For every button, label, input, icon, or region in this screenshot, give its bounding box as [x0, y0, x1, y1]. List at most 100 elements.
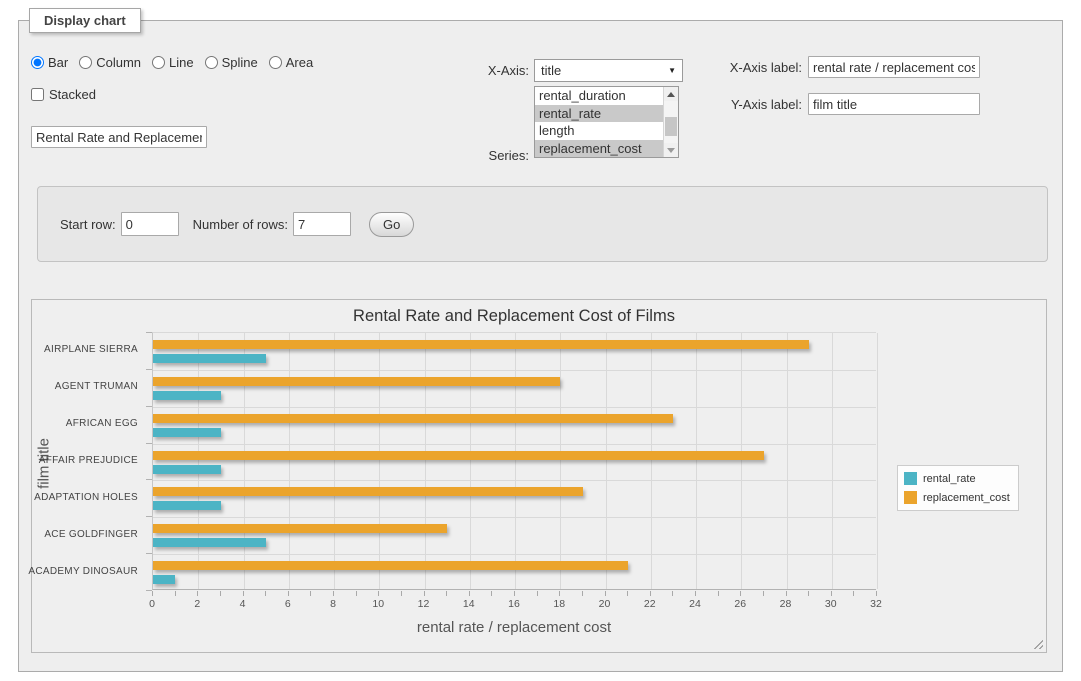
stacked-label: Stacked [49, 87, 96, 102]
chart-type-option-column[interactable]: Column [79, 55, 141, 70]
x-tick-label: 10 [372, 598, 384, 610]
x-tick [695, 591, 696, 596]
x-tick-label: 8 [330, 598, 336, 610]
chart-type-option-spline[interactable]: Spline [205, 55, 258, 70]
radio-bar[interactable] [31, 56, 44, 69]
x-tick-label: 32 [870, 598, 882, 610]
y-tick [146, 516, 152, 517]
radio-label: Bar [48, 55, 68, 70]
x-tick [831, 591, 832, 596]
gridline [606, 333, 607, 589]
category-label: ADAPTATION HOLES [34, 492, 138, 504]
y-tick [146, 369, 152, 370]
category-label: ACADEMY DINOSAUR [28, 566, 138, 578]
y-tick [146, 406, 152, 407]
x-tick-label: 6 [285, 598, 291, 610]
x-tick-label: 22 [644, 598, 656, 610]
x-axis-ticks: 02468101214161820222426283032 [152, 591, 876, 615]
series-option-replacement_cost[interactable]: replacement_cost [535, 140, 663, 158]
category-label: ACE GOLDFINGER [44, 529, 138, 541]
x-tick [424, 591, 425, 596]
start-row-input[interactable] [121, 212, 179, 236]
x-tick [853, 591, 854, 596]
x-tick [672, 591, 673, 596]
x-tick [491, 591, 492, 596]
series-option-rental_duration[interactable]: rental_duration [535, 87, 663, 105]
bar-replacement_cost [153, 524, 447, 533]
x-tick [378, 591, 379, 596]
gridline [515, 333, 516, 589]
legend-label: replacement_cost [923, 492, 1010, 504]
gridline [877, 333, 878, 589]
bar-replacement_cost [153, 451, 764, 460]
num-rows-input[interactable] [293, 212, 351, 236]
series-option-length[interactable]: length [535, 122, 663, 140]
scrollbar-thumb[interactable] [665, 117, 677, 136]
y-tick [146, 479, 152, 480]
chart-type-option-line[interactable]: Line [152, 55, 194, 70]
chart-container: Rental Rate and Replacement Cost of Film… [31, 299, 1047, 653]
chart-title-input[interactable] [31, 126, 207, 148]
go-button[interactable]: Go [369, 212, 414, 237]
bar-replacement_cost [153, 487, 583, 496]
x-tick-label: 12 [418, 598, 430, 610]
gridline [153, 444, 876, 445]
y-tick [146, 553, 152, 554]
x-tick [288, 591, 289, 596]
chart-type-option-bar[interactable]: Bar [31, 55, 68, 70]
gridline [741, 333, 742, 589]
display-chart-panel: Display chart BarColumnLineSplineArea St… [18, 20, 1063, 672]
radio-line[interactable] [152, 56, 165, 69]
gridline [379, 333, 380, 589]
stacked-checkbox-row[interactable]: Stacked [31, 87, 96, 102]
x-tick [786, 591, 787, 596]
x-tick-label: 4 [240, 598, 246, 610]
series-options: rental_durationrental_ratelengthreplacem… [535, 87, 663, 157]
x-tick-label: 26 [734, 598, 746, 610]
x-tick [808, 591, 809, 596]
series-option-rental_rate[interactable]: rental_rate [535, 105, 663, 123]
chart-type-option-area[interactable]: Area [269, 55, 313, 70]
scroll-down-button[interactable] [664, 143, 678, 157]
bar-rental_rate [153, 391, 221, 400]
y-tick [146, 443, 152, 444]
gridline [470, 333, 471, 589]
x-tick [537, 591, 538, 596]
gridline [244, 333, 245, 589]
category-label: AFRICAN EGG [66, 418, 138, 430]
y-axis-label-input[interactable] [808, 93, 980, 115]
radio-spline[interactable] [205, 56, 218, 69]
bar-replacement_cost [153, 561, 628, 570]
bar-rental_rate [153, 465, 221, 474]
x-axis-title: rental rate / replacement cost [152, 619, 876, 636]
radio-label: Line [169, 55, 194, 70]
x-axis-label-input[interactable] [808, 56, 980, 78]
chart-title: Rental Rate and Replacement Cost of Film… [152, 307, 876, 326]
x-tick [582, 591, 583, 596]
resize-handle-icon[interactable] [1031, 637, 1043, 649]
x-tick [740, 591, 741, 596]
x-axis-select[interactable]: title ▼ [534, 59, 683, 82]
gridline [832, 333, 833, 589]
legend-label: rental_rate [923, 473, 976, 485]
bar-replacement_cost [153, 340, 809, 349]
legend-swatch-icon [904, 491, 917, 504]
plot-area [152, 332, 876, 590]
gridline [153, 407, 876, 408]
series-listbox[interactable]: rental_durationrental_ratelengthreplacem… [534, 86, 679, 158]
x-tick [265, 591, 266, 596]
x-tick [310, 591, 311, 596]
x-tick [605, 591, 606, 596]
stacked-checkbox[interactable] [31, 88, 44, 101]
x-tick [197, 591, 198, 596]
y-tick [146, 590, 152, 591]
radio-column[interactable] [79, 56, 92, 69]
x-tick-label: 24 [689, 598, 701, 610]
x-tick [469, 591, 470, 596]
y-axis-label-label: Y-Axis label: [672, 97, 802, 112]
x-tick [627, 591, 628, 596]
radio-area[interactable] [269, 56, 282, 69]
gridline [651, 333, 652, 589]
x-tick [356, 591, 357, 596]
gridline [787, 333, 788, 589]
